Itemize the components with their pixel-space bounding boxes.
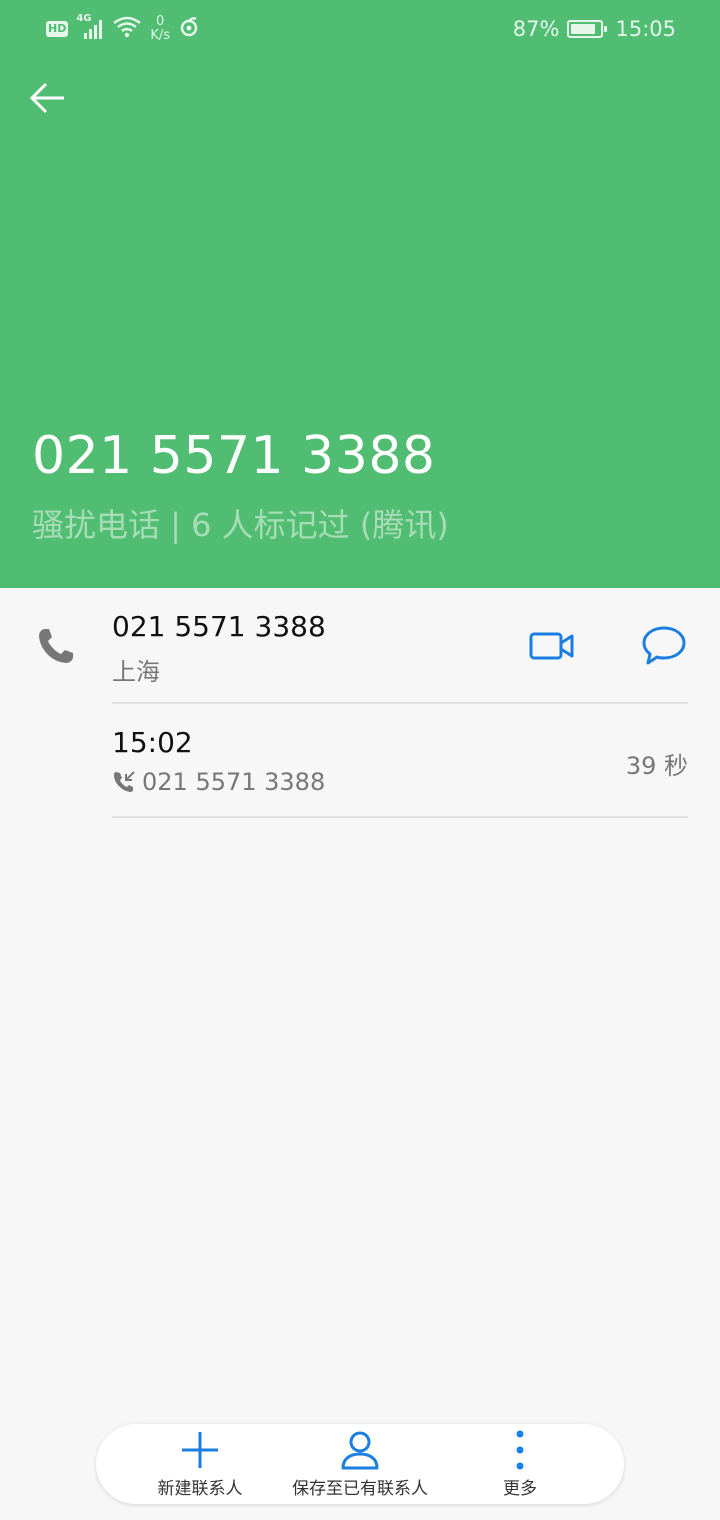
contact-location: 上海 xyxy=(112,658,160,686)
net-speed: 0 K/s xyxy=(150,15,170,43)
save-to-existing-label: 保存至已有联系人 xyxy=(292,1479,428,1499)
divider xyxy=(112,816,688,818)
contact-row[interactable]: 021 5571 3388 上海 xyxy=(0,600,720,702)
wifi-icon xyxy=(112,15,142,44)
caller-number: 021 5571 3388 xyxy=(32,426,436,486)
net-speed-value: 0 xyxy=(156,14,165,29)
more-vertical-icon xyxy=(516,1430,524,1470)
message-button[interactable] xyxy=(640,624,688,668)
status-bar: HD 4G 0 K/s 87% 15:05 xyxy=(0,0,720,58)
more-label: 更多 xyxy=(503,1479,537,1499)
bottom-action-bar: 新建联系人 保存至已有联系人 更多 xyxy=(96,1424,624,1504)
call-duration: 39 秒 xyxy=(625,752,688,780)
battery-icon xyxy=(567,20,608,38)
caller-header: HD 4G 0 K/s 87% 15:05 021 5571 3388 骚扰电话… xyxy=(0,0,720,588)
battery-fill xyxy=(571,24,596,34)
clock: 15:05 xyxy=(615,17,676,41)
call-number: 021 5571 3388 xyxy=(142,768,326,796)
call-time: 15:02 xyxy=(112,726,193,759)
hd-badge: HD xyxy=(46,21,69,37)
contact-number: 021 5571 3388 xyxy=(112,610,326,643)
arrow-left-icon xyxy=(29,82,64,114)
person-icon xyxy=(341,1431,379,1470)
more-button[interactable]: 更多 xyxy=(470,1424,570,1504)
call-log-item[interactable]: 15:02 021 5571 3388 39 秒 xyxy=(0,716,720,816)
message-icon xyxy=(642,626,686,665)
phone-icon xyxy=(36,626,76,666)
new-contact-button[interactable]: 新建联系人 xyxy=(130,1424,270,1504)
divider xyxy=(112,702,688,704)
net-speed-unit: K/s xyxy=(150,28,171,43)
back-button[interactable] xyxy=(26,76,70,120)
call-detail: 021 5571 3388 xyxy=(112,768,325,796)
status-right: 87% 15:05 xyxy=(513,14,676,44)
spam-tag-info: 骚扰电话 | 6 人标记过 (腾讯) xyxy=(32,506,449,544)
status-left: HD 4G 0 K/s xyxy=(46,12,200,46)
video-call-button[interactable] xyxy=(528,626,576,666)
battery-percent: 87% xyxy=(512,17,560,41)
new-contact-label: 新建联系人 xyxy=(157,1479,243,1499)
incoming-call-icon xyxy=(114,771,135,792)
nfc-icon xyxy=(178,16,200,43)
save-to-existing-contact-button[interactable]: 保存至已有联系人 xyxy=(280,1424,440,1504)
signal-icon: 4G xyxy=(76,13,104,41)
plus-icon xyxy=(182,1432,218,1468)
video-call-icon xyxy=(529,632,574,660)
network-type: 4G xyxy=(76,13,92,24)
